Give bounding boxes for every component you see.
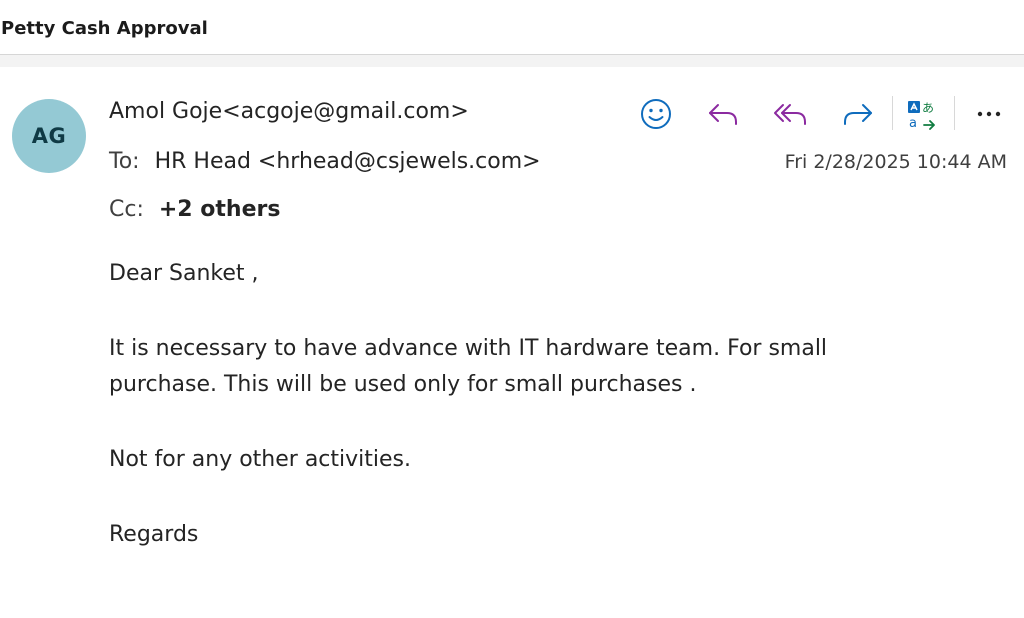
email-body: Dear Sanket , It is necessary to have ad… [109, 256, 989, 553]
closing: Regards [109, 522, 199, 547]
sender-name[interactable]: Amol Goje [109, 99, 222, 124]
cc-label: Cc: [109, 197, 144, 222]
to-recipient[interactable]: HR Head <hrhead@csjewels.com> [155, 149, 541, 174]
cc-others-link[interactable]: +2 others [159, 197, 281, 222]
subject-bar: Petty Cash Approval [0, 0, 1024, 55]
sender-initials: AG [31, 124, 67, 148]
email-subject: Petty Cash Approval [1, 18, 208, 39]
svg-text:あ: あ [922, 101, 934, 115]
reply-icon [709, 104, 737, 125]
toolbar-separator [954, 96, 955, 130]
cc-line: Cc: +2 others [109, 197, 280, 222]
to-label: To: [109, 149, 140, 174]
react-button[interactable] [636, 94, 676, 134]
email-date: Fri 2/28/2025 10:44 AM [784, 151, 1007, 173]
sender-address[interactable]: <acgoje@gmail.com> [222, 99, 469, 124]
translate-icon: あ a [908, 101, 935, 131]
reply-all-icon [774, 104, 806, 125]
reply-button[interactable] [703, 94, 743, 134]
sender-line[interactable]: Amol Goje<acgoje@gmail.com> [109, 99, 469, 124]
reply-all-button[interactable] [770, 94, 810, 134]
body-paragraph-line: It is necessary to have advance with IT … [109, 336, 828, 361]
body-paragraph: Not for any other activities. [109, 447, 411, 472]
message-toolbar: あ a [632, 94, 1012, 134]
svg-text:a: a [909, 116, 917, 131]
forward-button[interactable] [838, 94, 878, 134]
body-paragraph-line: purchase. This will be used only for sma… [109, 372, 697, 397]
forward-icon [844, 104, 872, 125]
more-icon [977, 111, 1001, 117]
translate-button[interactable]: あ a [902, 94, 942, 134]
toolbar-separator [892, 96, 893, 130]
more-actions-button[interactable] [969, 94, 1009, 134]
greeting: Dear Sanket , [109, 261, 259, 286]
smiley-icon [641, 99, 671, 129]
to-line: To: HR Head <hrhead@csjewels.com> [109, 149, 541, 174]
sender-avatar[interactable]: AG [12, 99, 86, 173]
header-divider-band [0, 55, 1024, 67]
